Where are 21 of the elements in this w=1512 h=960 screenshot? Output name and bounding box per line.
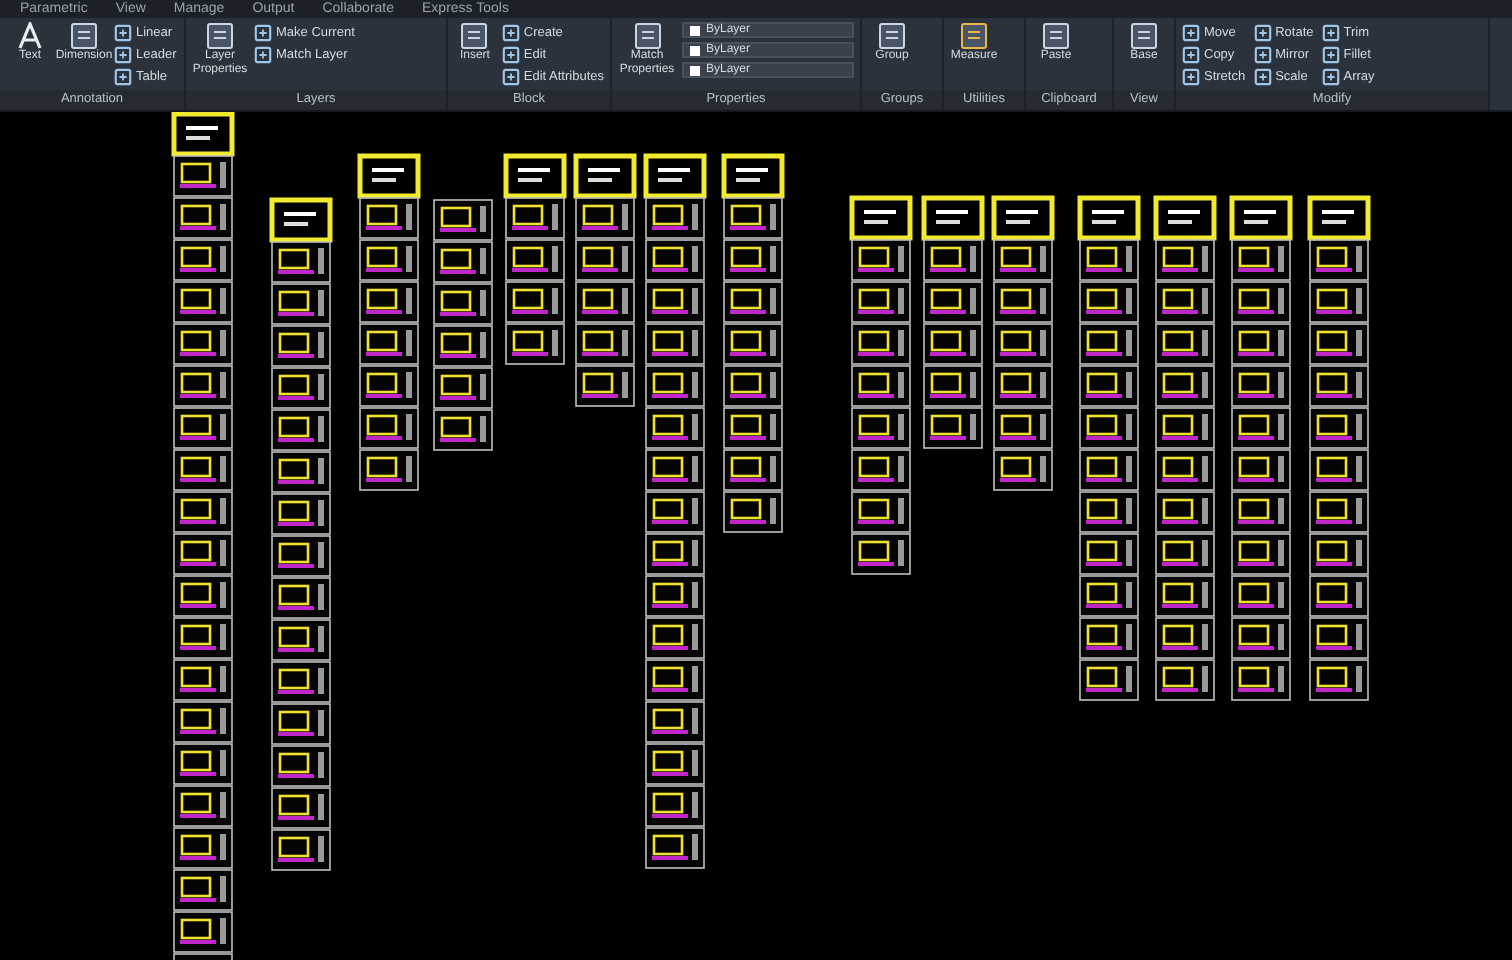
tool-icon — [1182, 67, 1200, 85]
tool-icon — [114, 45, 132, 63]
tool-icon — [1253, 67, 1272, 85]
swatch-icon — [690, 45, 700, 55]
text-letter-icon — [16, 22, 44, 50]
swatch-icon — [690, 25, 700, 35]
swatch-icon — [690, 65, 700, 75]
tool-icon — [1321, 67, 1340, 85]
tool-icon — [1253, 45, 1272, 63]
tool-icon — [114, 23, 132, 41]
tool-icon — [1182, 23, 1200, 41]
tool-icon — [1253, 23, 1272, 41]
tool-icon — [501, 23, 520, 41]
tool-icon — [254, 23, 272, 41]
tool-icon — [1321, 23, 1340, 41]
tool-icon — [114, 67, 132, 85]
tool-icon — [501, 67, 520, 85]
tool-icon — [1321, 45, 1340, 63]
tool-icon — [254, 45, 272, 63]
tool-icon — [1182, 45, 1200, 63]
tool-icon — [501, 45, 520, 63]
